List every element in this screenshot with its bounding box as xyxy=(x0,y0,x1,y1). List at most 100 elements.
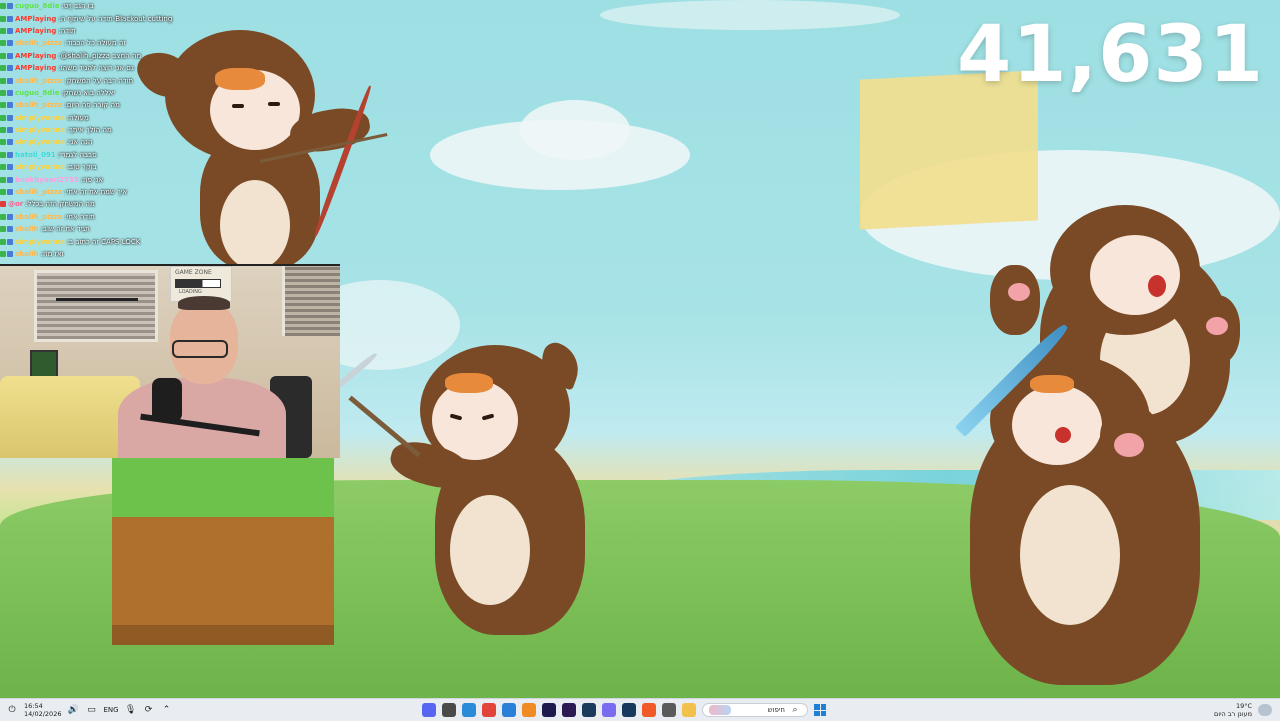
badge-icon xyxy=(0,151,6,158)
score-counter: 41,631 xyxy=(957,10,1264,100)
chat-username[interactable]: shalih_pizza xyxy=(15,211,62,223)
badge-icon xyxy=(0,15,6,22)
chat-text: בוקר טוב xyxy=(69,163,97,172)
chat-username[interactable]: shalih_pizza xyxy=(15,99,62,111)
network-icon[interactable]: ▭ xyxy=(85,704,97,716)
chat-username[interactable]: simplyvanna xyxy=(15,136,65,148)
browser-app-icon[interactable] xyxy=(462,703,476,717)
chat-username[interactable]: simplyvanna xyxy=(15,124,65,136)
chat-text: יאללה בוא נשחק xyxy=(63,88,115,97)
chat-username[interactable]: AMPlaying xyxy=(15,25,56,37)
chat-text: מה הולך איתך xyxy=(69,126,112,135)
folder-app-icon[interactable] xyxy=(682,703,696,717)
badge-icon xyxy=(7,15,13,22)
chat-message: AMPlaying: גם אני רוצה להגיד משהו xyxy=(0,62,340,74)
chat-message: shalih_pizza: תודה אחי xyxy=(0,211,340,223)
mic-icon[interactable]: 🎙 xyxy=(125,704,137,716)
power-icon[interactable]: ⏻ xyxy=(6,704,18,716)
chat-username[interactable]: AMPlaying xyxy=(15,50,56,62)
badge-icon xyxy=(7,189,13,196)
poster-loading-bar xyxy=(175,279,221,288)
chat-message: shalih_pizza: זה מעולה כל הכבוד xyxy=(0,37,340,49)
chat-username[interactable]: AMPlaying xyxy=(15,62,56,74)
badge-icon xyxy=(0,213,6,220)
chat-username[interactable]: hatoli_091 xyxy=(15,149,56,161)
clock[interactable]: 16:54 14/02/2026 xyxy=(24,702,61,718)
brave-app-icon[interactable] xyxy=(642,703,656,717)
badge-icon xyxy=(0,201,6,208)
chat-username[interactable]: cuguo_8die xyxy=(15,0,59,12)
chat-username[interactable]: cuguo_8die xyxy=(15,87,59,99)
after-effects-app-icon[interactable] xyxy=(542,703,556,717)
chat-message: simplyvanna: מה הולך איתך xyxy=(0,124,340,136)
speaker-icon[interactable]: 🔊 xyxy=(67,704,79,716)
chat-text: זה מעולה כל הכבוד xyxy=(66,39,126,48)
badge-icon xyxy=(0,114,6,121)
chat-username[interactable]: @or xyxy=(8,198,23,210)
badge-icon xyxy=(7,77,13,84)
chat-username[interactable]: shalih_pizza xyxy=(15,186,62,198)
badge-icon xyxy=(0,164,6,171)
premiere-app-icon[interactable] xyxy=(562,703,576,717)
chat-message: shalih: תגיד את זה שוב xyxy=(0,223,340,235)
language-indicator[interactable]: ENG xyxy=(103,706,118,714)
chat-text: ואז מה xyxy=(43,250,64,258)
chat-badges xyxy=(0,127,13,134)
chat-text: איך שמת את זה אחי xyxy=(66,188,128,197)
stacked-bears xyxy=(950,205,1260,685)
chat-message: simplyvanna: זה כתוב ב CAPS LOCK xyxy=(0,235,340,247)
file-explorer-app-icon[interactable] xyxy=(442,703,456,717)
badge-icon xyxy=(7,40,13,47)
poster-title: GAME ZONE xyxy=(175,269,212,276)
chat-username[interactable]: shalih_pizza xyxy=(15,75,62,87)
chevron-up-icon[interactable]: ⌃ xyxy=(161,704,173,716)
chat-message: cuguo_8die: יאללה בוא נשחק xyxy=(0,87,340,99)
steam-app-icon[interactable] xyxy=(622,703,636,717)
chat-badges xyxy=(0,238,13,245)
chat-badges xyxy=(0,151,13,158)
chat-badges xyxy=(0,114,13,121)
chat-username[interactable]: simplyvanna xyxy=(15,161,65,173)
discord-app-icon[interactable] xyxy=(422,703,436,717)
chat-text: בו הגב ןיט xyxy=(63,2,94,11)
chat-text: מה קורה פה היום xyxy=(66,101,120,110)
notepad-app-icon[interactable] xyxy=(502,703,516,717)
window-blinds-right xyxy=(282,266,340,336)
badge-icon xyxy=(7,176,13,183)
chat-message: bookbyaari2735: אני פה xyxy=(0,173,340,185)
weather-desc: מעונן רב היום xyxy=(1214,710,1252,718)
chat-username[interactable]: shalih_pizza xyxy=(15,37,62,49)
chat-username[interactable]: shalih xyxy=(15,248,39,260)
media-app-icon[interactable] xyxy=(482,703,496,717)
badge-icon xyxy=(7,102,13,109)
window-blinds xyxy=(34,270,158,342)
badge-icon xyxy=(0,89,6,96)
chat-username[interactable]: bookbyaari2735 xyxy=(15,174,79,186)
chat-username[interactable]: simplyvanna xyxy=(15,112,65,124)
photoshop-app-icon[interactable] xyxy=(582,703,596,717)
streamer-hair xyxy=(178,296,230,310)
windows-start-icon[interactable] xyxy=(814,704,826,716)
chat-text: מעולה xyxy=(69,113,89,122)
chat-overlay: cuguo_8die: בו הגב ןיט AMPlaying: תודה על… xyxy=(0,0,340,264)
sync-icon[interactable]: ⟳ xyxy=(143,704,155,716)
discord-active-app-icon[interactable] xyxy=(602,703,616,717)
chat-message: shalih: ואז מה xyxy=(0,248,340,260)
badge-icon xyxy=(0,77,6,84)
blender-app-icon[interactable] xyxy=(522,703,536,717)
calculator-app-icon[interactable] xyxy=(662,703,676,717)
weather-widget[interactable]: 19°C מעונן רב היום xyxy=(1214,702,1252,718)
search-box[interactable]: חיפוש ⌕ xyxy=(702,703,808,717)
chat-badges xyxy=(0,15,13,22)
search-highlight-image xyxy=(709,705,731,715)
badge-icon xyxy=(0,127,6,134)
badge-icon xyxy=(7,27,13,34)
search-label: חיפוש xyxy=(767,706,785,714)
taskbar-left: ⏻ 16:54 14/02/2026 🔊 ▭ ENG 🎙 ⟳ ⌃ xyxy=(6,701,173,719)
chat-username[interactable]: simplyvanna xyxy=(15,236,65,248)
chat-username[interactable]: AMPlaying xyxy=(15,13,56,25)
cloud-icon xyxy=(1258,704,1272,716)
chat-badges xyxy=(0,3,13,10)
chat-username[interactable]: shalih xyxy=(15,223,39,235)
chat-message: shalih_pizza: תודה רבה על המשחק xyxy=(0,74,340,86)
